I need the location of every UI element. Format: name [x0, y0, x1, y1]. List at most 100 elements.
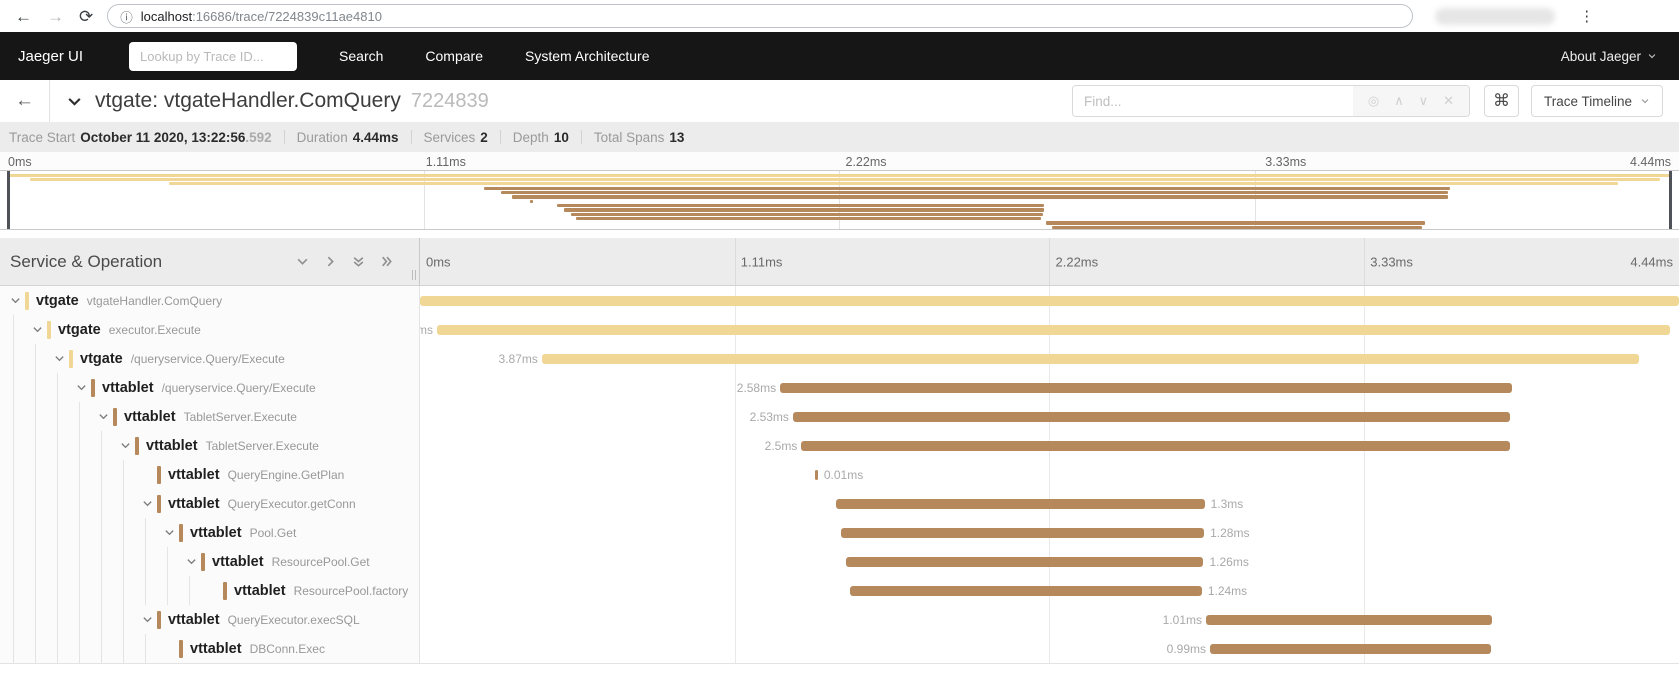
nav-link-system-architecture[interactable]: System Architecture [525, 48, 650, 64]
trace-view-dropdown[interactable]: Trace Timeline [1531, 85, 1663, 117]
span-name-cell[interactable]: vttabletTabletServer.Execute [0, 402, 420, 431]
span-row[interactable]: vttabletQueryEngine.GetPlan0.01ms [0, 460, 1679, 489]
expand-chevron-icon[interactable] [140, 498, 154, 509]
expand-chevron-icon[interactable] [30, 324, 44, 335]
span-timeline-cell[interactable]: 1.3ms [420, 489, 1679, 518]
span-name-cell[interactable]: vttabletTabletServer.Execute [0, 431, 420, 460]
minimap-canvas[interactable] [0, 170, 1679, 230]
back-button[interactable]: ← [0, 80, 50, 122]
prev-match-icon[interactable]: ∧ [1394, 93, 1404, 109]
expand-chevron-icon[interactable] [52, 353, 66, 364]
span-timeline-cell[interactable]: 0.01ms [420, 460, 1679, 489]
clear-find-icon[interactable]: ✕ [1443, 93, 1454, 109]
expand-all-icon[interactable] [380, 255, 393, 268]
span-bar[interactable] [1210, 644, 1491, 654]
trace-id-lookup-input[interactable] [129, 42, 297, 71]
ruler-tick: 3.33ms [1370, 254, 1413, 269]
minimap-span-area[interactable] [8, 171, 1671, 229]
span-row[interactable]: vttabletDBConn.Exec0.99ms [0, 634, 1679, 663]
address-bar[interactable]: ⓘ localhost:16686/trace/7224839c11ae4810 [107, 4, 1413, 28]
span-bar[interactable] [841, 528, 1204, 538]
span-row[interactable]: vttabletQueryExecutor.execSQL1.01ms [0, 605, 1679, 634]
span-name-cell[interactable]: vttabletQueryExecutor.execSQL [0, 605, 420, 634]
expand-chevron-icon[interactable] [184, 556, 198, 567]
expand-chevron-icon[interactable] [118, 440, 132, 451]
span-timeline-cell[interactable]: 1.28ms [420, 518, 1679, 547]
span-timeline-cell[interactable]: 3.87ms [420, 344, 1679, 373]
minimap-right-handle[interactable] [1669, 171, 1672, 229]
expand-chevron-icon[interactable] [96, 411, 110, 422]
find-input[interactable] [1073, 86, 1353, 116]
expand-chevron-icon[interactable] [140, 614, 154, 625]
span-bar[interactable] [846, 557, 1203, 567]
span-timeline-cell[interactable]: 0.99ms [420, 634, 1679, 663]
span-bar[interactable] [542, 354, 1639, 364]
span-row[interactable]: vttablet/queryservice.Query/Execute2.58m… [0, 373, 1679, 402]
minimap-span [564, 208, 1043, 211]
minimap-span [30, 178, 1659, 181]
span-name-cell[interactable]: vttabletDBConn.Exec [0, 634, 420, 663]
span-bar[interactable] [793, 412, 1510, 422]
span-row[interactable]: vttabletTabletServer.Execute2.53ms [0, 402, 1679, 431]
nav-link-search[interactable]: Search [339, 48, 383, 64]
browser-reload-icon[interactable]: ⟳ [79, 8, 93, 25]
span-timeline-cell[interactable]: 1.01ms [420, 605, 1679, 634]
span-name-cell[interactable]: vttabletQueryExecutor.getConn [0, 489, 420, 518]
span-bar[interactable] [850, 586, 1202, 596]
column-resize-grip[interactable] [412, 270, 416, 280]
span-bar[interactable] [801, 441, 1510, 451]
span-row[interactable]: vttabletQueryExecutor.getConn1.3ms [0, 489, 1679, 518]
collapse-all-icon[interactable] [352, 255, 365, 268]
span-name-cell[interactable]: vttabletResourcePool.factory [0, 576, 420, 605]
span-timeline-cell[interactable]: 1.24ms [420, 576, 1679, 605]
site-info-icon[interactable]: ⓘ [120, 7, 133, 26]
expand-one-icon[interactable] [324, 255, 337, 268]
span-name-cell[interactable]: vtgatevtgateHandler.ComQuery [0, 286, 420, 315]
operation-name: vtgateHandler.ComQuery [87, 294, 222, 308]
match-target-icon[interactable]: ◎ [1368, 93, 1379, 109]
span-timeline-cell[interactable]: ms [420, 315, 1679, 344]
collapse-one-icon[interactable] [296, 255, 309, 268]
expand-chevron-icon[interactable] [8, 295, 22, 306]
minimap-tick: 2.22ms [846, 155, 887, 169]
nav-link-compare[interactable]: Compare [425, 48, 483, 64]
browser-menu-icon[interactable]: ⋮ [1579, 7, 1594, 25]
span-row[interactable]: vtgate/queryservice.Query/Execute 3.87ms [0, 344, 1679, 373]
expand-chevron-icon[interactable] [162, 527, 176, 538]
browser-back-icon[interactable]: ← [15, 8, 32, 25]
span-row[interactable]: vttabletPool.Get1.28ms [0, 518, 1679, 547]
span-row[interactable]: vtgatevtgateHandler.ComQuery [0, 286, 1679, 315]
span-bar[interactable] [836, 499, 1205, 509]
span-name-cell[interactable]: vtgate/queryservice.Query/Execute [0, 344, 420, 373]
expand-chevron-icon[interactable] [74, 382, 88, 393]
span-row[interactable]: vttabletResourcePool.Get1.26ms [0, 547, 1679, 576]
span-name-cell[interactable]: vttabletPool.Get [0, 518, 420, 547]
span-name-cell[interactable]: vttabletQueryEngine.GetPlan [0, 460, 420, 489]
span-name-cell[interactable]: vttablet/queryservice.Query/Execute [0, 373, 420, 402]
span-timeline-cell[interactable]: 2.5ms [420, 431, 1679, 460]
span-timeline-cell[interactable]: 2.53ms [420, 402, 1679, 431]
span-bar[interactable] [420, 296, 1679, 306]
next-match-icon[interactable]: ∨ [1419, 93, 1429, 109]
minimap-span [530, 200, 534, 203]
span-name-cell[interactable]: vttabletResourcePool.Get [0, 547, 420, 576]
span-timeline-cell[interactable]: 2.58ms [420, 373, 1679, 402]
span-bar[interactable] [437, 325, 1670, 335]
span-bar[interactable] [780, 383, 1512, 393]
jaeger-logo[interactable]: Jaeger UI [18, 48, 83, 65]
operation-name: DBConn.Exec [250, 642, 325, 656]
span-duration-label: 3.87ms [499, 352, 538, 366]
span-timeline-cell[interactable] [420, 286, 1679, 315]
span-row[interactable]: vtgateexecutor.Executems [0, 315, 1679, 344]
collapse-trace-chevron-icon[interactable] [66, 93, 83, 110]
span-bar[interactable] [815, 470, 818, 480]
about-jaeger-menu[interactable]: About Jaeger [1561, 49, 1657, 64]
span-bar[interactable] [1206, 615, 1492, 625]
span-row[interactable]: vttabletResourcePool.factory1.24ms [0, 576, 1679, 605]
span-row[interactable]: vttabletTabletServer.Execute2.5ms [0, 431, 1679, 460]
span-timeline-cell[interactable]: 1.26ms [420, 547, 1679, 576]
span-name-cell[interactable]: vtgateexecutor.Execute [0, 315, 420, 344]
browser-forward-icon[interactable]: → [47, 8, 64, 25]
keyboard-shortcuts-button[interactable]: ⌘ [1484, 85, 1519, 117]
minimap-left-handle[interactable] [7, 171, 10, 229]
